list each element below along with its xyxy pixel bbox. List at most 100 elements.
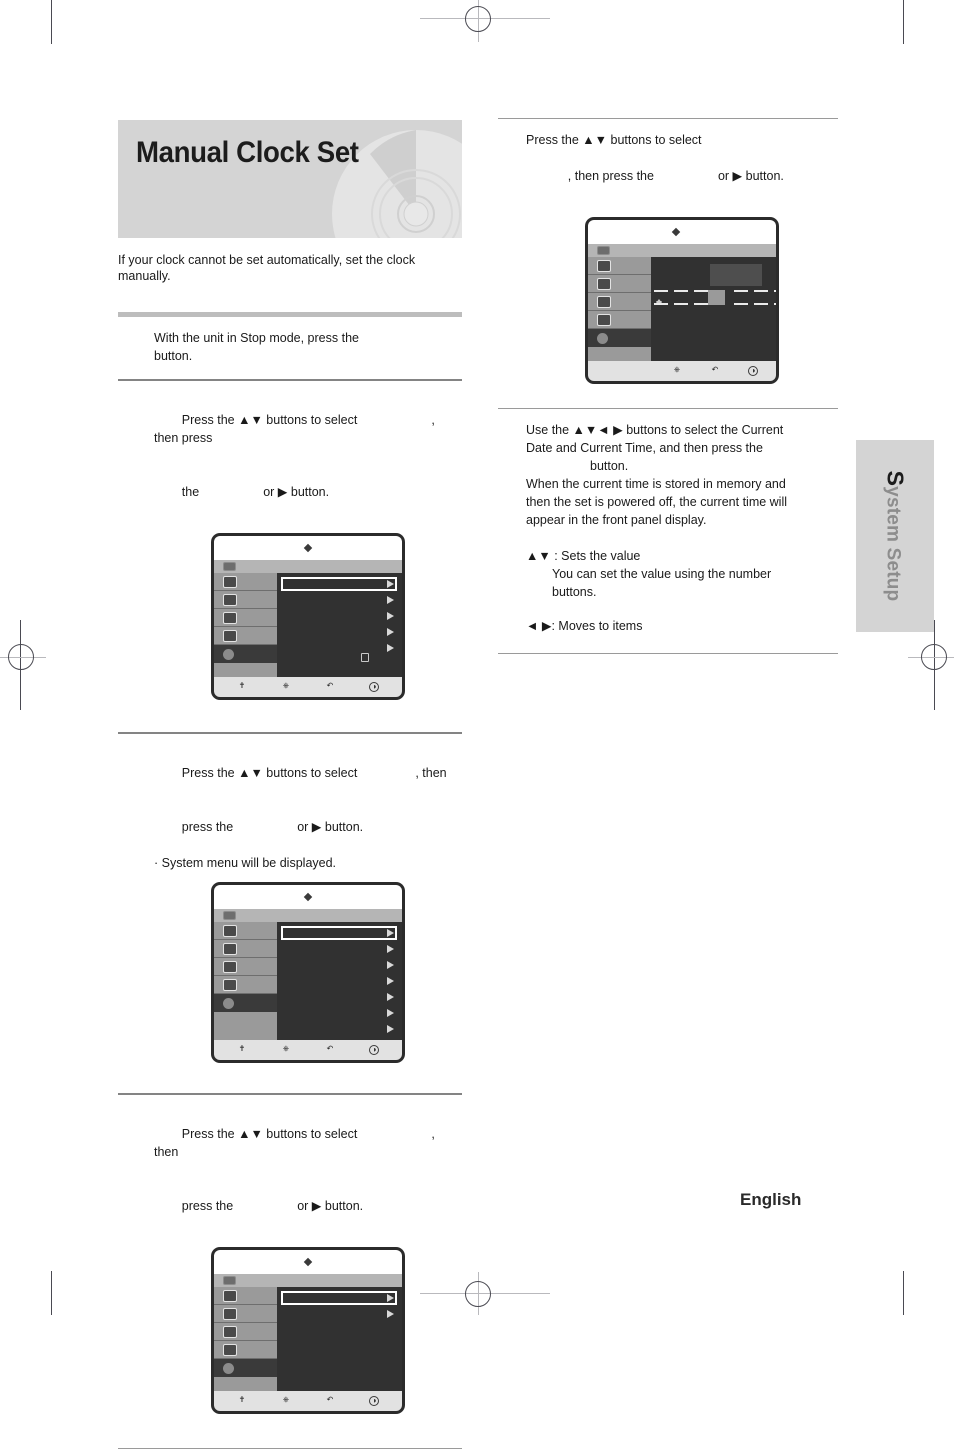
osd-menu-2-item-0[interactable] [281, 926, 397, 940]
osd-menu-2-item-1[interactable] [281, 942, 397, 956]
key-note-0-text: : Sets the value [550, 549, 641, 563]
select-icon[interactable]: ⎈ [281, 682, 291, 692]
osd-menu-1-sidebar [214, 573, 277, 677]
move-icon[interactable]: ✝ [237, 1396, 247, 1406]
clock-dash [754, 303, 768, 305]
sidebar-item-audio[interactable] [214, 958, 277, 976]
step-4-text-c: press the [181, 1199, 234, 1213]
sidebar-item-audio[interactable] [588, 293, 651, 311]
sidebar-item-music[interactable] [214, 1305, 277, 1323]
return-icon[interactable]: ↶ [325, 1045, 335, 1055]
registration-mark-top [465, 6, 491, 32]
osd-menu-1-content [277, 573, 402, 677]
exit-icon[interactable]: ◑ [369, 1045, 379, 1055]
step-2-text-a: Press the ▲▼ buttons to select [181, 413, 358, 427]
clock-dash-row-bottom [654, 303, 776, 305]
gear-settings-icon [597, 332, 608, 344]
sidebar-item-display[interactable] [214, 627, 277, 645]
footer-language: English [740, 1190, 802, 1209]
osd-menu-3-item-0[interactable] [281, 1291, 397, 1305]
sidebar-item-music[interactable] [214, 940, 277, 958]
osd-menu-4-inner: ⎈ ↶ ◑ [588, 220, 776, 381]
step-6: Use the ▲▼◄ ▶ buttons to select the Curr… [498, 409, 838, 529]
osd-menu-3-item-1[interactable] [281, 1307, 397, 1321]
osd-menu-3-body [214, 1287, 402, 1391]
value-up-arrow[interactable] [656, 283, 662, 303]
select-icon[interactable]: ⎈ [281, 1045, 291, 1055]
step-3-note: · System menu will be displayed. [154, 856, 337, 870]
gear-settings-icon [223, 1362, 234, 1374]
select-icon[interactable]: ⎈ [281, 1396, 291, 1406]
film-strip-icon [223, 575, 237, 588]
sidebar-item-display[interactable] [588, 311, 651, 329]
osd-menu-2-item-4[interactable] [281, 990, 397, 1004]
return-icon[interactable]: ↶ [325, 1396, 335, 1406]
music-note-icon [223, 1307, 237, 1320]
step-6-line-2: Date and Current Time, and then press th… [526, 441, 763, 455]
osd-menu-1-item-3[interactable] [281, 625, 397, 639]
sidebar-item-settings[interactable] [214, 994, 277, 1012]
exit-icon[interactable]: ◑ [748, 366, 758, 376]
chevron-right-icon [387, 628, 394, 636]
chevron-right-icon [387, 1009, 394, 1017]
osd-menu-1-item-4[interactable] [281, 641, 397, 655]
osd-menu-4-footer: ⎈ ↶ ◑ [588, 361, 776, 381]
osd-menu-3-content [277, 1287, 402, 1391]
step-6-line-5: then the set is powered off, the current… [526, 495, 788, 509]
value-down-arrow[interactable] [656, 301, 662, 321]
osd-menu-1-item-1[interactable] [281, 593, 397, 607]
exit-icon[interactable]: ◑ [369, 682, 379, 692]
step-5-text-a: , then press the [567, 169, 654, 183]
gear-settings-icon [223, 648, 234, 660]
osd-menu-2: ✝ ⎈ ↶ ◑ [211, 882, 405, 1063]
chevron-right-icon [387, 993, 394, 1001]
sidebar-item-film-strip[interactable] [214, 573, 277, 591]
osd-menu-4-sidebar [588, 257, 651, 361]
exit-icon[interactable]: ◑ [369, 1396, 379, 1406]
sidebar-item-film-strip[interactable] [214, 922, 277, 940]
sidebar-item-settings[interactable] [214, 1359, 277, 1377]
osd-menu-1-inner: ✝ ⎈ ↶ ◑ [214, 536, 402, 697]
osd-menu-1-item-0[interactable] [281, 577, 397, 591]
crop-line-bottom-right [903, 1271, 904, 1315]
title-banner: Manual Clock Set [118, 120, 462, 238]
sidebar-item-audio[interactable] [214, 609, 277, 627]
step-3-text-c: press the [181, 820, 234, 834]
step-2-text-c: the [181, 485, 200, 499]
move-icon[interactable]: ✝ [237, 682, 247, 692]
sidebar-item-music[interactable] [214, 591, 277, 609]
chevron-right-icon [387, 596, 394, 604]
step-4-text-a: Press the ▲▼ buttons to select [181, 1127, 358, 1141]
return-icon[interactable]: ↶ [710, 366, 720, 376]
sidebar-item-display[interactable] [214, 976, 277, 994]
lock-icon [361, 653, 369, 662]
osd-menu-2-item-5[interactable] [281, 1006, 397, 1020]
key-note-3-text: : Moves to items [551, 619, 643, 633]
step-6-line-3: button. [590, 459, 629, 473]
film-strip-icon [223, 924, 237, 937]
move-icon[interactable]: ✝ [237, 1045, 247, 1055]
clock-dash [694, 303, 708, 305]
osd-menu-2-item-3[interactable] [281, 974, 397, 988]
osd-menu-2-item-2[interactable] [281, 958, 397, 972]
sidebar-item-film-strip[interactable] [214, 1287, 277, 1305]
clock-dash [734, 303, 748, 305]
sidebar-item-settings[interactable] [588, 329, 651, 347]
sidebar-item-display[interactable] [214, 1341, 277, 1359]
film-strip-icon [597, 259, 611, 272]
sidebar-item-audio[interactable] [214, 1323, 277, 1341]
key-note-2-text: buttons. [552, 585, 597, 599]
manual-page: Manual Clock Set If your clock cannot be… [0, 0, 954, 1449]
key-note-3-keys: ◄ ▶ [526, 619, 552, 633]
select-icon[interactable]: ⎈ [672, 366, 682, 376]
osd-menu-2-sidebar [214, 922, 277, 1040]
osd-menu-2-item-6[interactable] [281, 1022, 397, 1036]
osd-menu-1-item-2[interactable] [281, 609, 397, 623]
osd-menu-1-titlebar [214, 536, 402, 560]
clock-dash-row-top [654, 290, 776, 292]
sidebar-item-film-strip[interactable] [588, 257, 651, 275]
sidebar-item-music[interactable] [588, 275, 651, 293]
registration-mark-right [921, 644, 947, 670]
return-icon[interactable]: ↶ [325, 682, 335, 692]
sidebar-item-settings[interactable] [214, 645, 277, 663]
